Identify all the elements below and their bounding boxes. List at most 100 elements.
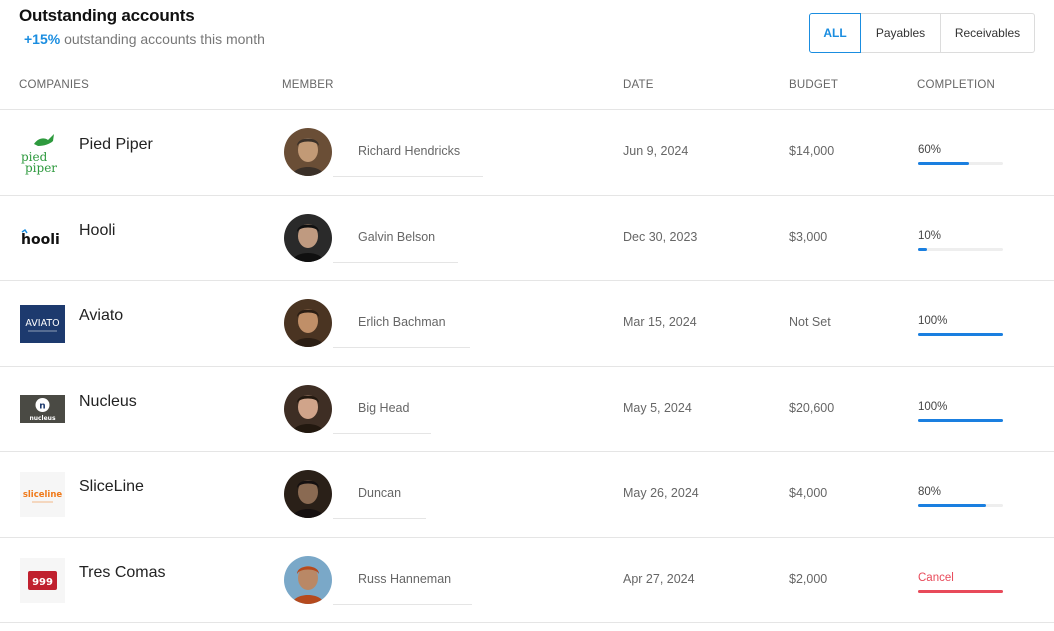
svg-text:piper: piper (25, 161, 57, 175)
completion-percent: 10% (918, 229, 942, 242)
company-name[interactable]: SliceLine (79, 478, 144, 496)
member-underline (333, 518, 426, 519)
avatar[interactable] (284, 470, 332, 518)
member-name[interactable]: Erlich Bachman (358, 315, 446, 329)
svg-text:sliceline: sliceline (23, 490, 63, 500)
member-name[interactable]: Duncan (358, 486, 401, 500)
budget-cell: $3,000 (789, 229, 828, 244)
member-photo (284, 555, 332, 604)
member-name[interactable]: Richard Hendricks (358, 144, 460, 158)
completion-percent: 100% (918, 315, 948, 327)
company-logo: n nucleus (20, 387, 65, 432)
progress-fill (918, 333, 1003, 336)
table-row[interactable]: 999 Tres Comas Russ Hanneman Apr 27, 202… (0, 538, 1054, 623)
member-photo (284, 384, 332, 433)
pied-piper-logo-icon: pied piper (21, 134, 57, 175)
date-cell: May 5, 2024 (623, 400, 692, 415)
member-photo (284, 213, 332, 262)
progress-track (918, 504, 1003, 507)
progress-fill (918, 418, 1003, 422)
column-header-companies[interactable]: COMPANIES (19, 79, 89, 91)
avatar[interactable] (284, 128, 332, 176)
table-body: pied piper Pied Piper Richard Hendricks … (0, 110, 1054, 623)
subtitle: +15% outstanding accounts this month (24, 31, 265, 47)
table-row[interactable]: sliceline SliceLine Duncan May 26, 2024 … (0, 452, 1054, 538)
nucleus-logo-icon: n nucleus (20, 395, 65, 423)
subtitle-percent: +15% (24, 31, 61, 47)
progress-fill (918, 247, 927, 251)
aviato-logo-icon: AVIATO (20, 304, 65, 343)
progress-track (918, 162, 1003, 165)
avatar[interactable] (284, 384, 332, 433)
member-photo (284, 470, 332, 518)
svg-text:999: 999 (32, 577, 53, 588)
budget-cell: $14,000 (789, 144, 835, 158)
progress-fill (918, 589, 1003, 593)
budget-cell: $2,000 (789, 571, 828, 586)
date-cell: Dec 30, 2023 (623, 229, 698, 244)
budget-cell: $4,000 (789, 486, 828, 500)
column-header-member[interactable]: MEMBER (282, 79, 334, 91)
table-row[interactable]: AVIATO Aviato Erlich Bachman Mar 15, 202… (0, 281, 1054, 367)
member-underline (333, 347, 470, 348)
date-cell: Mar 15, 2024 (623, 315, 697, 329)
table-row[interactable]: hooli Hooli Galvin Belson Dec 30, 2023 $… (0, 196, 1054, 281)
column-header-date[interactable]: DATE (623, 79, 654, 91)
page-title: Outstanding accounts (19, 6, 195, 25)
company-logo: sliceline (20, 472, 65, 517)
member-photo (284, 128, 332, 176)
filter-button-group: ALL Payables Receivables (809, 13, 1035, 53)
svg-text:hooli: hooli (21, 232, 60, 248)
cancel-status[interactable]: Cancel (918, 572, 954, 584)
sliceline-logo-icon: sliceline (20, 472, 65, 517)
company-name[interactable]: Nucleus (79, 393, 137, 411)
header: Outstanding accounts +15% outstanding ac… (19, 6, 265, 47)
svg-text:nucleus: nucleus (29, 415, 55, 422)
table-row[interactable]: pied piper Pied Piper Richard Hendricks … (0, 110, 1054, 196)
company-logo: 999 (20, 557, 65, 603)
company-logo: hooli (20, 216, 65, 261)
progress-track (918, 589, 1003, 593)
tres-comas-logo-icon: 999 (20, 557, 65, 603)
filter-receivables-button[interactable]: Receivables (940, 13, 1035, 53)
table-header: COMPANIES MEMBER DATE BUDGET COMPLETION (0, 62, 1054, 110)
company-name[interactable]: Aviato (79, 307, 123, 325)
svg-text:AVIATO: AVIATO (25, 318, 59, 329)
table-row[interactable]: n nucleus Nucleus Big Head May 5, 2024 $… (0, 367, 1054, 452)
date-cell: Apr 27, 2024 (623, 571, 695, 586)
member-underline (333, 261, 458, 263)
subtitle-text: outstanding accounts this month (64, 31, 265, 47)
filter-payables-button[interactable]: Payables (860, 13, 941, 53)
budget-cell: $20,600 (789, 400, 835, 415)
svg-text:n: n (39, 402, 45, 412)
member-name[interactable]: Russ Hanneman (358, 572, 451, 586)
column-header-budget[interactable]: BUDGET (789, 79, 838, 91)
date-cell: May 26, 2024 (623, 486, 699, 500)
company-logo: AVIATO (20, 301, 65, 346)
column-header-completion[interactable]: COMPLETION (917, 79, 995, 91)
completion-percent: 60% (918, 144, 942, 156)
member-name[interactable]: Galvin Belson (358, 230, 435, 244)
avatar[interactable] (284, 299, 332, 347)
member-underline (333, 603, 472, 605)
progress-fill (918, 504, 986, 507)
completion-percent: 100% (918, 400, 948, 413)
company-name[interactable]: Tres Comas (79, 564, 166, 582)
member-name[interactable]: Big Head (358, 401, 409, 415)
progress-fill (918, 162, 969, 165)
progress-track (918, 333, 1003, 336)
avatar[interactable] (284, 555, 332, 604)
company-logo: pied piper (20, 130, 65, 175)
budget-cell: Not Set (789, 315, 831, 329)
progress-track (918, 247, 1003, 251)
filter-all-button[interactable]: ALL (809, 13, 861, 53)
company-name[interactable]: Pied Piper (79, 136, 153, 154)
progress-track (918, 418, 1003, 422)
member-photo (284, 299, 332, 347)
member-underline (333, 176, 483, 177)
member-underline (333, 432, 431, 434)
hooli-logo-icon: hooli (21, 228, 60, 248)
company-name[interactable]: Hooli (79, 222, 115, 240)
completion-percent: 80% (918, 486, 942, 498)
avatar[interactable] (284, 213, 332, 262)
